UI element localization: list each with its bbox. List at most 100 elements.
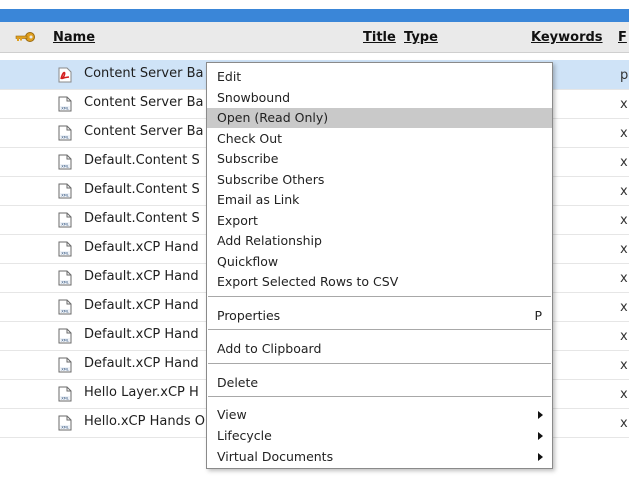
row-format: x [620, 213, 628, 228]
menu-separator [208, 396, 551, 397]
menu-item-label: Export Selected Rows to CSV [217, 274, 399, 289]
row-format: x [620, 271, 628, 286]
menu-item-export-selected-rows-to-csv[interactable]: Export Selected Rows to CSV [207, 272, 552, 292]
xml-file-icon: XML [58, 212, 72, 228]
menu-item-virtual-documents[interactable]: Virtual Documents [207, 447, 552, 467]
column-header-format[interactable]: F [618, 30, 627, 45]
menu-item-edit[interactable]: Edit [207, 67, 552, 87]
menu-item-check-out[interactable]: Check Out [207, 129, 552, 149]
svg-text:XML: XML [61, 136, 69, 140]
menu-item-label: Delete [217, 375, 259, 390]
menu-item-view[interactable]: View [207, 405, 552, 425]
submenu-arrow-icon [538, 453, 543, 461]
svg-text:XML: XML [61, 223, 69, 227]
xml-file-icon: XML [58, 386, 72, 402]
row-name[interactable]: Default.Content S [84, 211, 200, 226]
menu-item-quickflow[interactable]: Quickflow [207, 252, 552, 272]
row-format: x [620, 387, 628, 402]
menu-item-add-to-clipboard[interactable]: Add to Clipboard [207, 339, 552, 359]
submenu-arrow-icon [538, 411, 543, 419]
xml-file-icon: XML [58, 299, 72, 315]
menu-separator [208, 363, 551, 364]
menu-item-open-read-only[interactable]: Open (Read Only) [207, 108, 552, 128]
row-name[interactable]: Default.Content S [84, 153, 200, 168]
row-name[interactable]: Content Server Ba [84, 95, 203, 110]
svg-text:XML: XML [61, 281, 69, 285]
menu-item-snowbound[interactable]: Snowbound [207, 88, 552, 108]
menu-item-label: Subscribe Others [217, 172, 325, 187]
svg-text:XML: XML [61, 252, 69, 256]
column-header-keywords[interactable]: Keywords [531, 30, 603, 45]
row-name[interactable]: Content Server Ba [84, 124, 203, 139]
row-format: p [620, 68, 629, 83]
row-format: x [620, 300, 628, 315]
row-name[interactable]: Default.xCP Hand [84, 327, 199, 342]
row-format: x [620, 242, 628, 257]
row-name[interactable]: Default.xCP Hand [84, 356, 199, 371]
menu-separator [208, 296, 551, 297]
menu-item-label: Snowbound [217, 90, 291, 105]
xml-file-icon: XML [58, 154, 72, 170]
menu-item-label: Export [217, 213, 258, 228]
xml-file-icon: XML [58, 357, 72, 373]
svg-text:XML: XML [61, 368, 69, 372]
svg-text:XML: XML [61, 310, 69, 314]
menu-item-label: Email as Link [217, 192, 300, 207]
key-icon[interactable] [14, 31, 36, 43]
column-header: Name Title Type Keywords F [0, 22, 629, 53]
column-header-type[interactable]: Type [404, 30, 438, 45]
svg-text:XML: XML [61, 339, 69, 343]
menu-item-label: View [217, 407, 247, 422]
pdf-icon [58, 67, 72, 83]
menu-separator [208, 329, 551, 330]
context-menu: Edit Snowbound Open (Read Only) Check Out Su… [206, 62, 553, 469]
xml-file-icon: XML [58, 328, 72, 344]
row-name[interactable]: Hello Layer.xCP H [84, 385, 199, 400]
menu-item-label: Add to Clipboard [217, 341, 322, 356]
row-format: x [620, 155, 628, 170]
xml-file-icon: XML [58, 96, 72, 112]
xml-file-icon: XML [58, 270, 72, 286]
row-name[interactable]: Content Server Ba [84, 66, 203, 81]
menu-item-label: Edit [217, 69, 242, 84]
row-format: x [620, 126, 628, 141]
row-format: x [620, 184, 628, 199]
row-format: x [620, 97, 628, 112]
row-format: x [620, 416, 628, 431]
column-header-name[interactable]: Name [53, 30, 95, 45]
xml-file-icon: XML [58, 183, 72, 199]
menu-item-subscribe[interactable]: Subscribe [207, 149, 552, 169]
svg-text:XML: XML [61, 194, 69, 198]
menu-item-label: Properties [217, 308, 281, 323]
xml-file-icon: XML [58, 241, 72, 257]
menu-item-label: Quickflow [217, 254, 279, 269]
menu-item-add-relationship[interactable]: Add Relationship [207, 231, 552, 251]
svg-text:XML: XML [61, 397, 69, 401]
menu-item-shortcut: P [534, 308, 542, 323]
xml-file-icon: XML [58, 125, 72, 141]
row-name[interactable]: Default.xCP Hand [84, 269, 199, 284]
menu-item-label: Open (Read Only) [217, 110, 329, 125]
menu-item-delete[interactable]: Delete [207, 373, 552, 393]
menu-item-label: Check Out [217, 131, 283, 146]
menu-item-email-as-link[interactable]: Email as Link [207, 190, 552, 210]
menu-item-label: Virtual Documents [217, 449, 334, 464]
menu-item-properties[interactable]: Properties P [207, 306, 552, 326]
submenu-arrow-icon [538, 432, 543, 440]
svg-text:XML: XML [61, 426, 69, 430]
menu-item-label: Lifecycle [217, 428, 272, 443]
svg-text:XML: XML [61, 165, 69, 169]
row-name[interactable]: Default.xCP Hand [84, 298, 199, 313]
menu-item-export[interactable]: Export [207, 211, 552, 231]
menu-item-label: Subscribe [217, 151, 279, 166]
row-format: x [620, 329, 628, 344]
row-name[interactable]: Default.xCP Hand [84, 240, 199, 255]
file-icon: XML [58, 415, 72, 431]
svg-text:XML: XML [61, 107, 69, 111]
row-name[interactable]: Default.Content S [84, 182, 200, 197]
column-header-title[interactable]: Title [363, 30, 396, 45]
menu-item-label: Add Relationship [217, 233, 322, 248]
title-band [0, 9, 629, 22]
menu-item-subscribe-others[interactable]: Subscribe Others [207, 170, 552, 190]
menu-item-lifecycle[interactable]: Lifecycle [207, 426, 552, 446]
